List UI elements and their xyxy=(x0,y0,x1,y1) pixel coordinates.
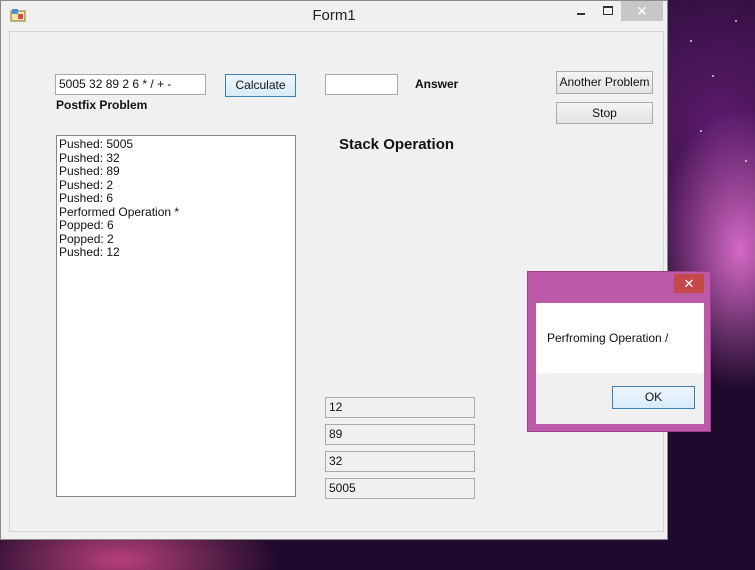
another-problem-button[interactable]: Another Problem xyxy=(556,71,653,94)
list-item: Pushed: 2 xyxy=(59,177,114,192)
calculate-button[interactable]: Calculate xyxy=(225,74,296,97)
background-star xyxy=(700,130,702,132)
stack-slot: 89 xyxy=(325,424,475,445)
close-button[interactable]: ✕ xyxy=(621,1,663,21)
stack-slot: 32 xyxy=(325,451,475,472)
background-star xyxy=(690,40,692,42)
dialog-message: Perfroming Operation / xyxy=(547,331,669,345)
stack-slot: 12 xyxy=(325,397,475,418)
list-item: Pushed: 12 xyxy=(59,245,120,259)
postfix-problem-input[interactable]: 5005 32 89 2 6 * / + - xyxy=(55,74,206,95)
background-star xyxy=(712,75,714,77)
postfix-problem-label: Postfix Problem xyxy=(56,98,148,112)
stop-button[interactable]: Stop xyxy=(556,102,653,124)
list-item: Pushed: 6 xyxy=(59,191,114,205)
list-item: Pushed: 89 xyxy=(59,164,120,178)
answer-label: Answer xyxy=(415,77,459,91)
maximize-button[interactable] xyxy=(598,1,618,21)
dialog-footer: OK xyxy=(536,373,704,424)
answer-field[interactable] xyxy=(325,74,398,95)
list-item: Popped: 6 xyxy=(59,218,114,232)
dialog-close-button[interactable]: ✕ xyxy=(674,274,704,293)
list-item: Performed Operation * xyxy=(59,204,180,219)
operation-log-list[interactable]: Pushed: 5005 Pushed: 32 Pushed: 89 Pushe… xyxy=(56,135,296,497)
list-item: Pushed: 5005 xyxy=(59,137,134,151)
background-star xyxy=(735,20,737,22)
background-star xyxy=(745,160,747,162)
list-item: Popped: 2 xyxy=(59,231,114,246)
stack-slot: 5005 xyxy=(325,478,475,499)
minimize-button[interactable] xyxy=(568,1,594,21)
message-dialog: ✕ Perfroming Operation / OK xyxy=(527,271,711,432)
list-item: Pushed: 32 xyxy=(59,150,120,165)
title-bar[interactable]: Form1 ✕ xyxy=(1,1,667,30)
ok-button[interactable]: OK xyxy=(612,386,695,409)
dialog-body: Perfroming Operation / xyxy=(536,303,704,373)
main-window: Form1 ✕ 5005 32 89 2 6 * / + - Postfix P… xyxy=(0,0,668,540)
stack-operation-title: Stack Operation xyxy=(339,136,455,153)
